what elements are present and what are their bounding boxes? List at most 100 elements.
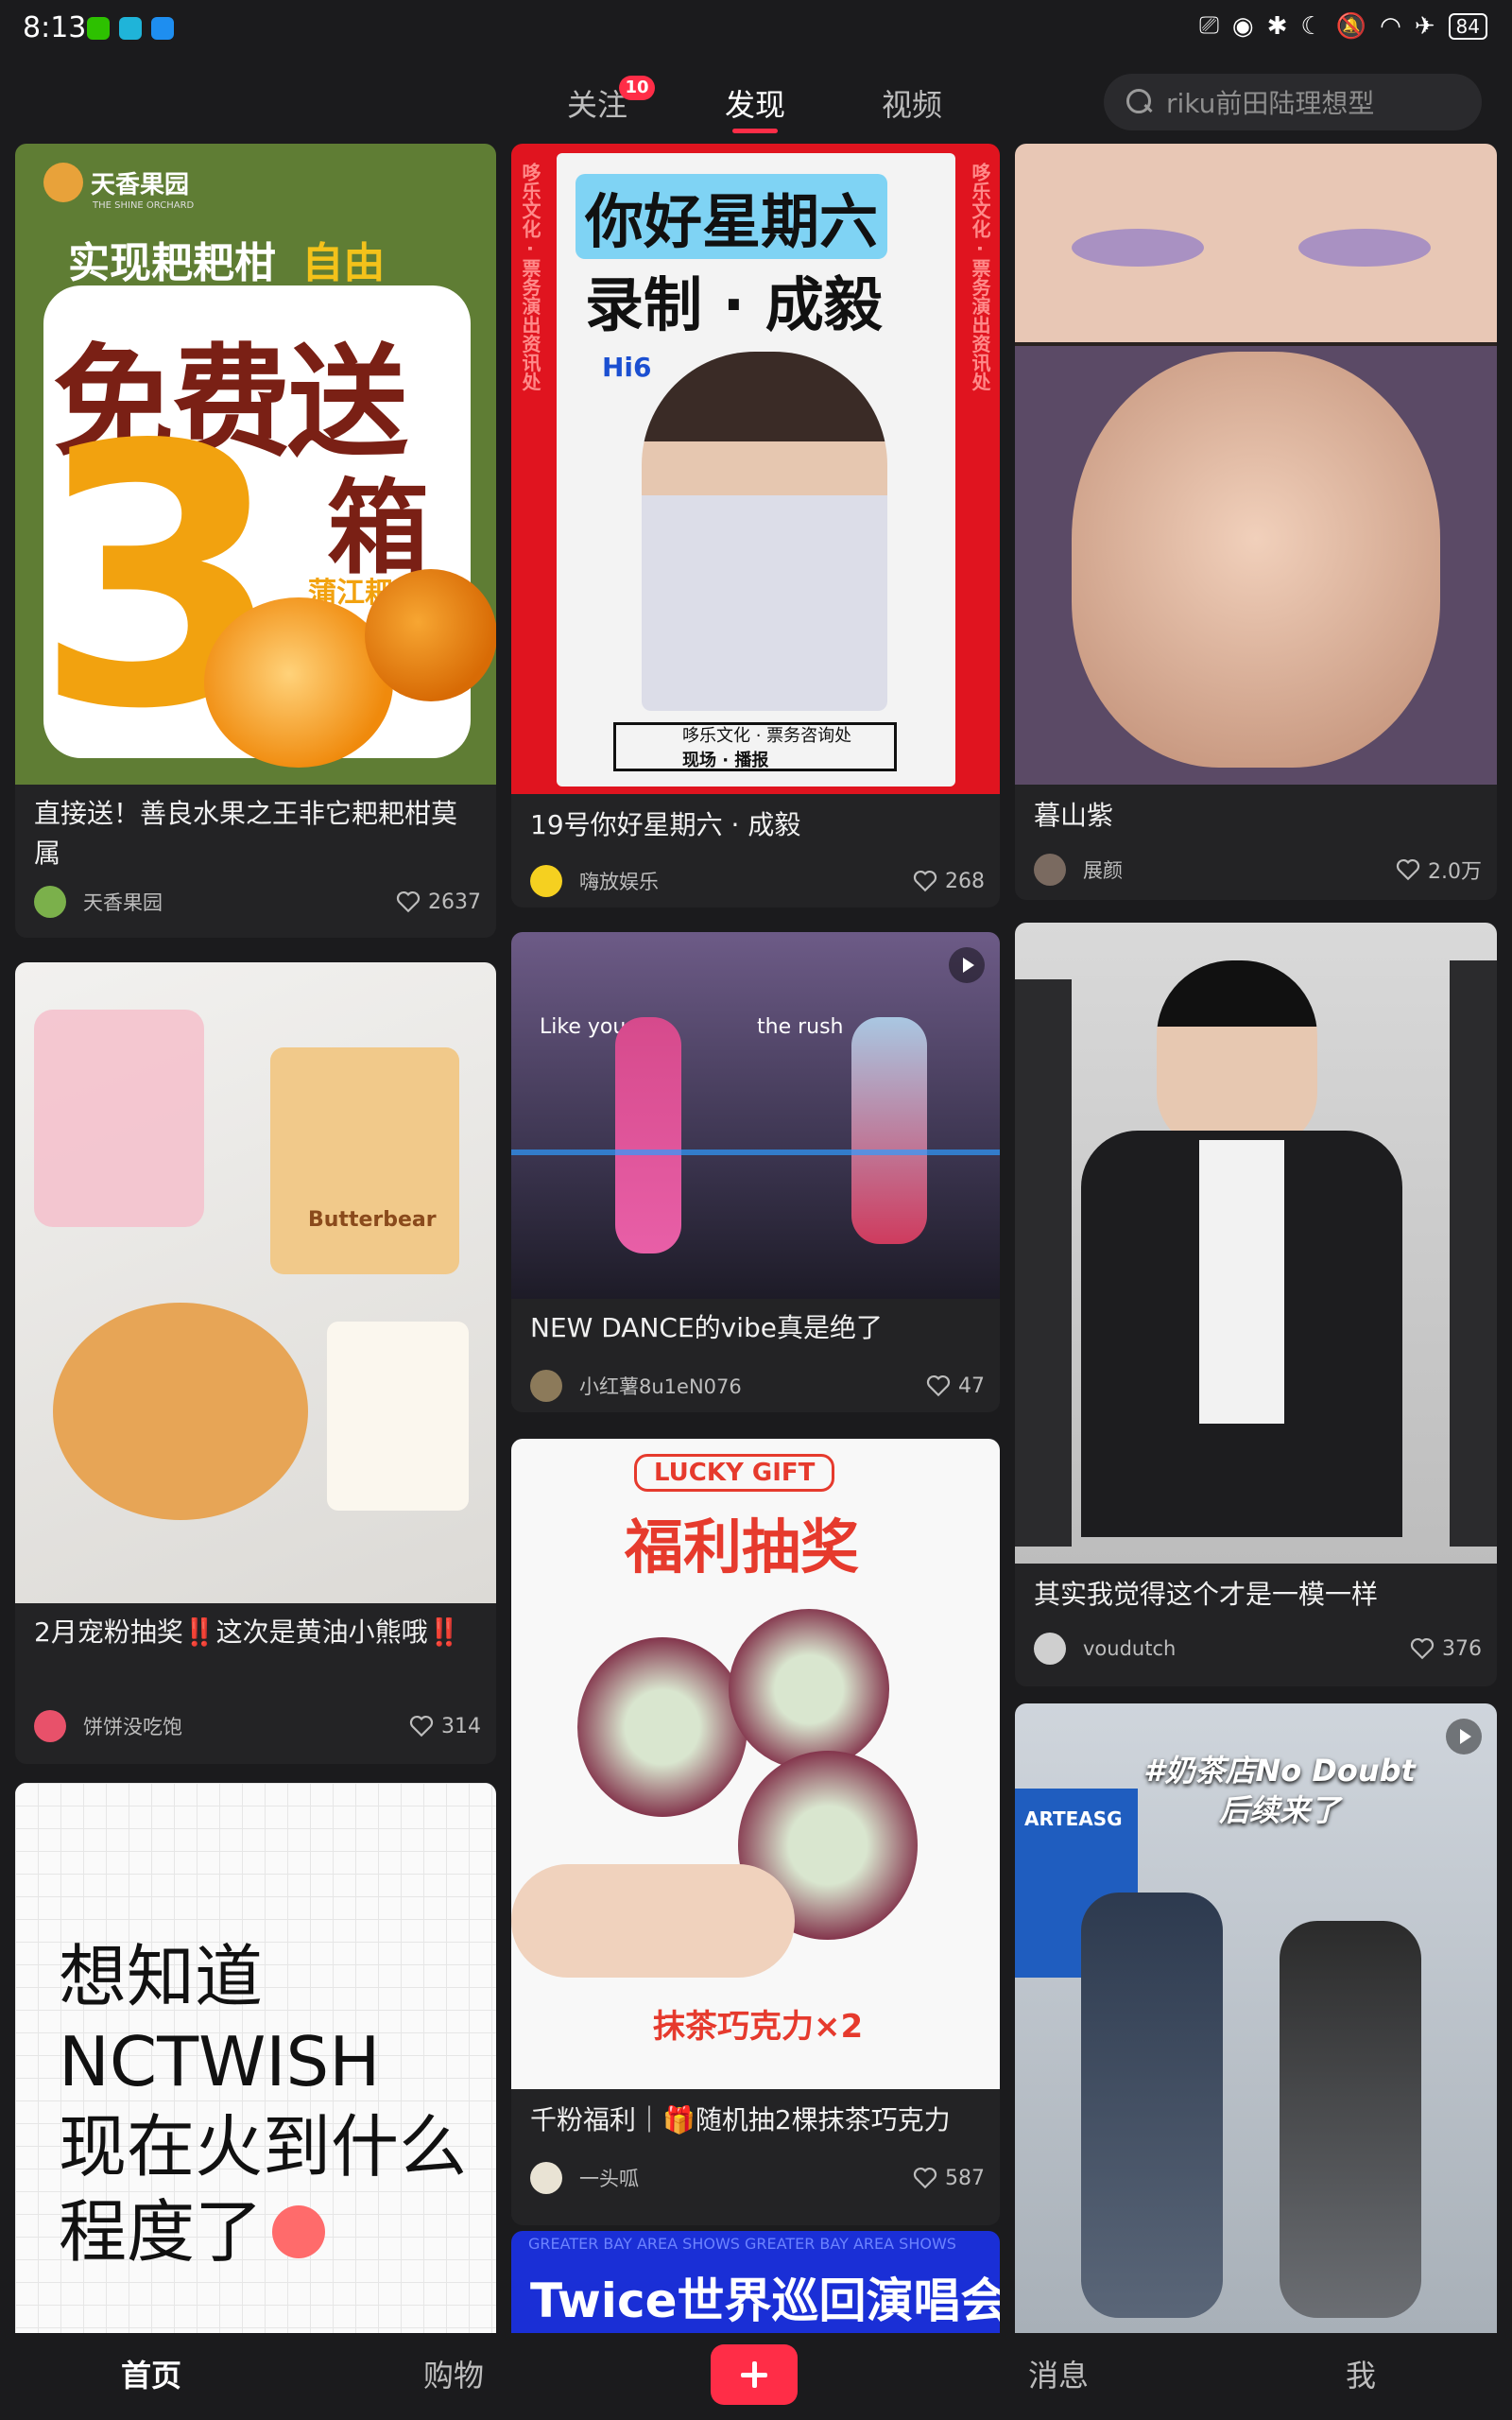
- author-name[interactable]: 天香果园: [83, 888, 396, 916]
- top-navigation: 关注 10 发现 视频 riku前田陆理想型: [0, 66, 1512, 142]
- like-button[interactable]: 268: [913, 870, 985, 893]
- heart-icon: [396, 890, 421, 913]
- promo-line1: 实现耙耙柑 自由: [68, 239, 386, 287]
- author-name[interactable]: 嗨放娱乐: [579, 867, 913, 895]
- feed-card[interactable]: GREATER BAY AREA SHOWS GREATER BAY AREA …: [511, 2231, 1000, 2333]
- side-person: [1015, 979, 1072, 1547]
- poster-footer: 哆乐文化 · 票务咨询处 现场 · 播报: [613, 722, 897, 771]
- status-bar: 8:13 ⎚ ◉ ✱ ☾ 🔕 ◠ ✈ 84: [0, 0, 1512, 60]
- nav-me[interactable]: 我: [1304, 2352, 1418, 2395]
- cast-icon: ⎚: [1199, 11, 1219, 40]
- mute-icon: 🔕: [1335, 11, 1367, 41]
- hand: [511, 1864, 795, 1978]
- poster-side-text: 哆乐文化 · 票务演出资讯处: [519, 163, 541, 391]
- banner-top-text: GREATER BAY AREA SHOWS GREATER BAY AREA …: [528, 2235, 956, 2253]
- card-title: 其实我觉得这个才是一模一样: [1034, 1579, 1379, 1610]
- dancer: [1280, 1921, 1421, 2318]
- video-caption: the rush: [757, 1015, 844, 1039]
- dancer: [615, 1017, 681, 1253]
- brand-en: THE SHINE ORCHARD: [93, 200, 195, 211]
- author-name[interactable]: 展颜: [1083, 856, 1396, 884]
- card-image: ARTEASG #奶茶店No Doubt 后续来了: [1015, 1703, 1497, 2333]
- play-icon: [949, 947, 985, 983]
- avatar: [530, 1370, 562, 1402]
- stage-lights: [511, 1150, 1000, 1155]
- avatar: [1034, 854, 1066, 886]
- nav-home[interactable]: 首页: [94, 2352, 208, 2395]
- nav-shop[interactable]: 购物: [397, 2352, 510, 2395]
- person-photo: [1157, 960, 1317, 1150]
- person-photo: [642, 352, 887, 711]
- feed-card[interactable]: ARTEASG #奶茶店No Doubt 后续来了: [1015, 1703, 1497, 2333]
- create-post-button[interactable]: [711, 2344, 798, 2405]
- card-title: 直接送！善良水果之王非它耙耙柑莫属: [34, 798, 458, 869]
- feed-card[interactable]: 想知道 NCTWISH 现在火到什么 程度了: [15, 1783, 496, 2333]
- eye-closeup: [1298, 229, 1431, 267]
- like-count: 2.0万: [1428, 860, 1482, 884]
- feed-card[interactable]: 天香果园 THE SHINE ORCHARD 实现耙耙柑 自由 免费送 3 箱 …: [15, 144, 496, 938]
- author-name[interactable]: 小红薯8u1eN076: [579, 1372, 926, 1400]
- dancer: [851, 1017, 927, 1244]
- feed-card[interactable]: 其实我觉得这个才是一模一样 voudutch 376: [1015, 923, 1497, 1686]
- bottom-navigation: 首页 购物 消息 我: [0, 2333, 1512, 2420]
- like-button[interactable]: 376: [1410, 1637, 1482, 1661]
- card-title: 暮山紫: [1034, 800, 1114, 831]
- plant-leaf: [577, 1637, 747, 1817]
- like-button[interactable]: 2637: [396, 890, 481, 914]
- feed-card[interactable]: 暮山紫 展颜 2.0万: [1015, 144, 1497, 900]
- card-image: GREATER BAY AREA SHOWS GREATER BAY AREA …: [511, 2231, 1000, 2333]
- orange-image: [204, 597, 393, 768]
- poster-panel: 你好星期六 录制 · 成毅 Hi6 哆乐文化 · 票务咨询处 现场 · 播报: [557, 153, 955, 786]
- status-time: 8:13: [23, 11, 87, 44]
- like-button[interactable]: 47: [926, 1374, 985, 1398]
- card-image: Butterbear: [15, 962, 496, 1603]
- card-image: 想知道 NCTWISH 现在火到什么 程度了: [15, 1783, 496, 2333]
- avatar: [34, 1710, 66, 1742]
- wechat-icon: [87, 17, 110, 40]
- tab-video[interactable]: 视频: [882, 81, 942, 125]
- grid-text: 想知道 NCTWISH 现在火到什么 程度了: [59, 1937, 468, 2272]
- card-image: [1015, 144, 1497, 785]
- moon-icon: ☾: [1300, 11, 1323, 41]
- card-title: NEW DANCE的vibe真是绝了: [530, 1312, 883, 1343]
- search-input[interactable]: riku前田陆理想型: [1104, 74, 1482, 130]
- feed-card[interactable]: Like you the rush NEW DANCE的vibe真是绝了 小红薯…: [511, 932, 1000, 1412]
- like-button[interactable]: 587: [913, 2167, 985, 2190]
- avatar: [1034, 1633, 1066, 1665]
- feed-card[interactable]: LUCKY GIFT 福利抽奖 抹茶巧克力×2 千粉福利｜🎁随机抽2棵抹茶巧克力…: [511, 1439, 1000, 2225]
- eye-icon: ◉: [1231, 11, 1254, 41]
- battery-indicator: 84: [1448, 12, 1487, 40]
- author-name[interactable]: 一头呱: [579, 2164, 913, 2192]
- video-caption: #奶茶店No Doubt 后续来了: [1143, 1753, 1416, 1828]
- dancer: [1081, 1893, 1223, 2318]
- author-name[interactable]: voudutch: [1083, 1637, 1410, 1660]
- giveaway-subtitle: 抹茶巧克力×2: [653, 2008, 864, 2046]
- face-portrait: [1072, 352, 1440, 768]
- follow-badge: 10: [619, 76, 655, 100]
- feed-card[interactable]: Butterbear 2月宠粉抽奖‼️这次是黄油小熊哦‼️ 饼饼没吃饱 314: [15, 962, 496, 1764]
- heart-icon: [1410, 1637, 1435, 1660]
- airplane-icon: ✈: [1414, 11, 1435, 41]
- like-count: 47: [958, 1374, 985, 1398]
- nav-messages[interactable]: 消息: [1002, 2352, 1115, 2395]
- like-button[interactable]: 314: [409, 1715, 481, 1738]
- author-name[interactable]: 饼饼没吃饱: [83, 1712, 409, 1740]
- download-icon: [119, 17, 142, 40]
- search-icon: [1126, 89, 1153, 115]
- card-image: 你好星期六 录制 · 成毅 Hi6 哆乐文化 · 票务咨询处 现场 · 播报 哆…: [511, 144, 1000, 794]
- like-button[interactable]: 2.0万: [1396, 855, 1482, 885]
- card-title: 2月宠粉抽奖‼️这次是黄油小熊哦‼️: [34, 1616, 461, 1648]
- play-icon: [1446, 1719, 1482, 1754]
- bear-card: [327, 1322, 469, 1511]
- pink-keychain: [34, 1010, 204, 1227]
- banner-title: Twice世界巡回演唱会: [530, 2273, 1000, 2328]
- promo-panel: 免费送 3 箱 蒲江耙耙柑: [34, 285, 496, 768]
- card-image: Like you the rush: [511, 932, 1000, 1299]
- heart-icon: [1396, 858, 1420, 881]
- like-count: 2637: [428, 890, 481, 914]
- cloud-icon: [151, 17, 174, 40]
- card-title: 千粉福利｜🎁随机抽2棵抹茶巧克力: [530, 2104, 951, 2135]
- active-tab-indicator: [732, 129, 778, 133]
- feed-card[interactable]: 你好星期六 录制 · 成毅 Hi6 哆乐文化 · 票务咨询处 现场 · 播报 哆…: [511, 144, 1000, 908]
- tab-discover[interactable]: 发现: [725, 81, 785, 125]
